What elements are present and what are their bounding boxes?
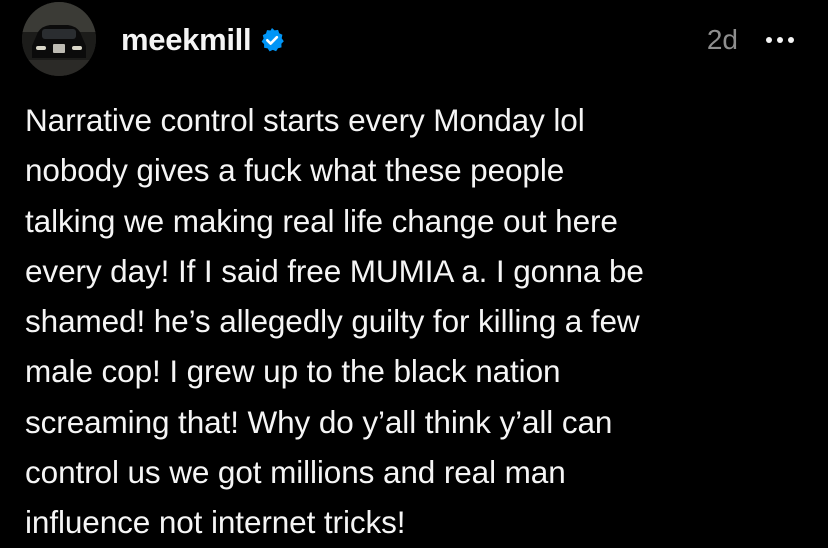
avatar-car-photo: [22, 2, 96, 76]
post-body-text: Narrative control starts every Monday lo…: [25, 102, 644, 541]
author-header: meekmill: [121, 20, 285, 60]
more-options-icon[interactable]: [766, 30, 794, 50]
author-username[interactable]: meekmill: [121, 20, 252, 60]
threads-post: meekmill 2d Narrative control starts eve…: [0, 0, 828, 540]
post-timestamp: 2d: [706, 24, 738, 55]
more-dot-icon: [788, 37, 794, 43]
more-dot-icon: [766, 37, 772, 43]
more-dot-icon: [777, 37, 783, 43]
author-avatar[interactable]: [22, 2, 96, 76]
verified-badge-icon: [259, 27, 285, 53]
